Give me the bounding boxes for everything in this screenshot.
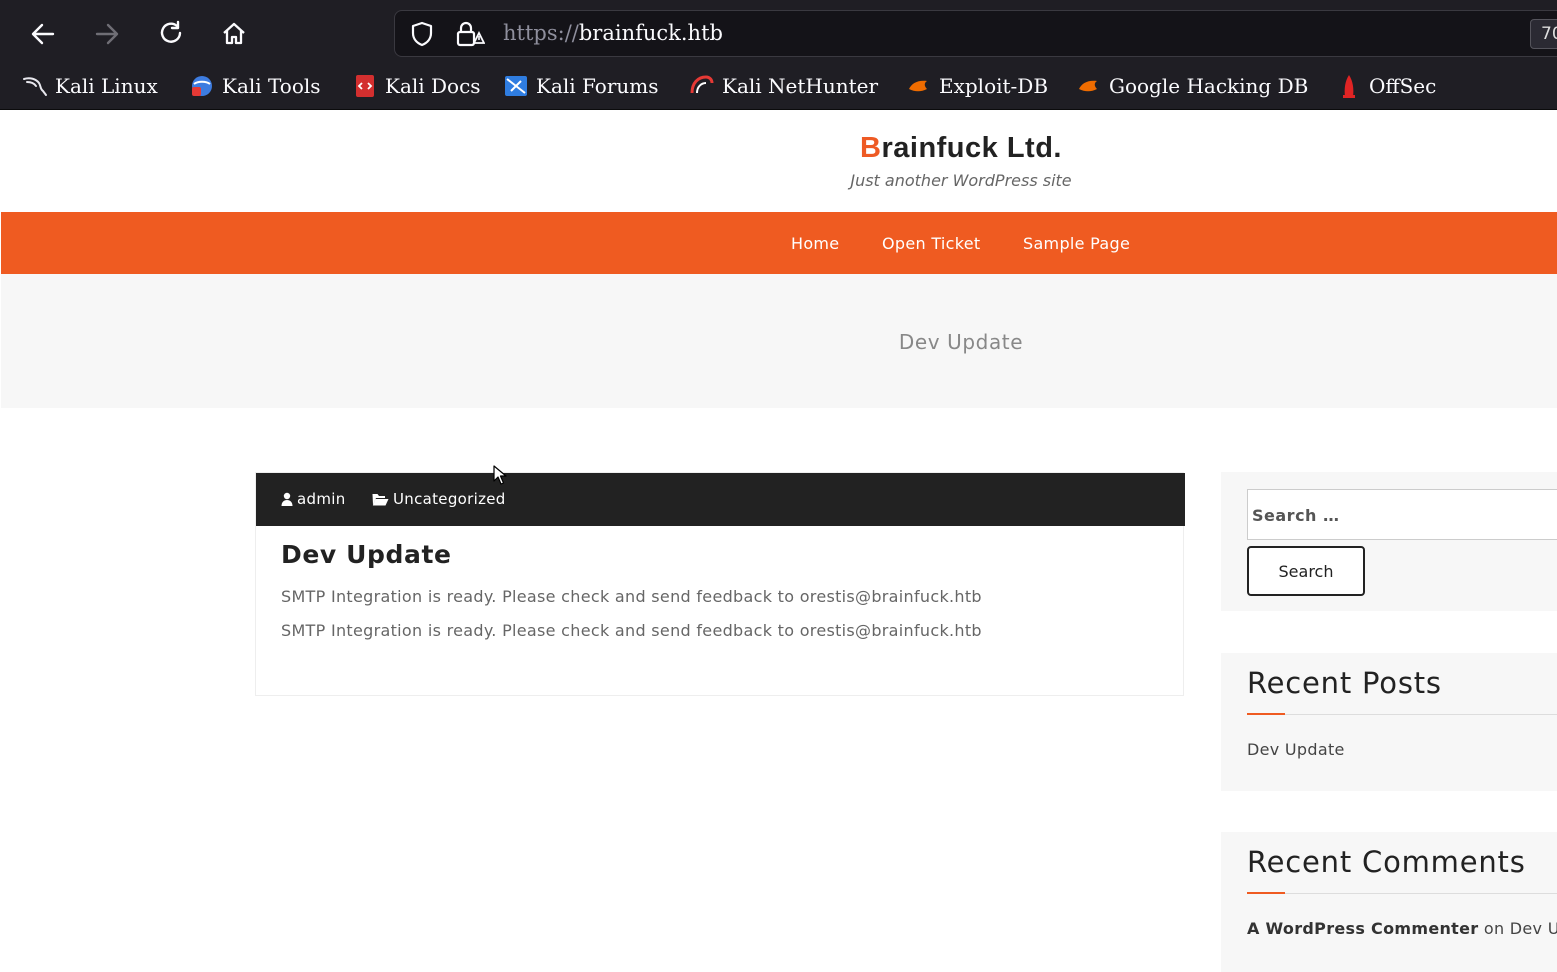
forward-button[interactable] (87, 14, 127, 54)
home-button[interactable] (214, 14, 254, 54)
forward-arrow-icon (95, 23, 119, 45)
post-article: admin Uncategorized Dev Update SMTP Inte… (255, 472, 1185, 696)
folder-open-icon (372, 493, 389, 505)
recent-posts-title: Recent Posts (1247, 666, 1442, 700)
widget-accent-line (1247, 892, 1285, 894)
widget-divider (1247, 714, 1557, 715)
url-bar[interactable]: https://brainfuck.htb (394, 10, 1557, 57)
recent-posts-widget: Recent Posts Dev Update (1221, 653, 1557, 791)
site-title[interactable]: Brainfuck Ltd. (1, 132, 1557, 165)
bookmark-kali-docs[interactable]: Kali Docs (352, 73, 481, 99)
bookmark-offsec[interactable]: OffSec (1336, 73, 1436, 99)
zoom-level-badge[interactable]: 70 (1530, 19, 1557, 49)
insecure-lock-icon[interactable] (455, 20, 485, 48)
kali-docs-icon (356, 75, 374, 97)
recent-comments-widget: Recent Comments A WordPress Commenter on… (1221, 832, 1557, 972)
back-arrow-icon (31, 23, 55, 45)
kali-dragon-icon (23, 77, 47, 96)
bookmark-exploit-db[interactable]: Exploit-DB (906, 73, 1048, 99)
url-text[interactable]: https://brainfuck.htb (503, 21, 723, 45)
widget-divider (1247, 893, 1557, 894)
recent-post-link[interactable]: Dev Update (1247, 740, 1345, 759)
bookmark-google-hacking-db[interactable]: Google Hacking DB (1076, 73, 1308, 99)
ghdb-icon (1079, 80, 1097, 92)
page-banner: Dev Update (1, 274, 1557, 408)
primary-menu: Home Open Ticket Sample Page (1, 212, 1557, 274)
web-page: Brainfuck Ltd. Just another WordPress si… (1, 110, 1557, 972)
search-field[interactable] (1247, 489, 1557, 541)
bookmark-kali-linux[interactable]: Kali Linux (22, 73, 158, 99)
post-content-line: SMTP Integration is ready. Please check … (281, 587, 982, 606)
kali-tools-icon (192, 76, 212, 96)
post-author[interactable]: admin (281, 490, 346, 508)
menu-item-sample-page[interactable]: Sample Page (1023, 234, 1130, 253)
bookmark-kali-nethunter[interactable]: Kali NetHunter (689, 73, 878, 99)
tracking-protection-shield-icon[interactable] (409, 21, 435, 47)
kali-nethunter-icon (690, 75, 714, 94)
search-button[interactable]: Search (1247, 546, 1365, 596)
post-title[interactable]: Dev Update (281, 540, 452, 569)
search-widget: Search (1221, 472, 1557, 611)
bookmarks-toolbar: Kali Linux Kali Tools Kali Docs Kali For… (0, 68, 1557, 110)
widget-accent-line (1247, 713, 1285, 715)
bookmark-kali-forums[interactable]: Kali Forums (503, 73, 659, 99)
search-input[interactable] (1248, 490, 1557, 541)
comment-author-link[interactable]: A WordPress Commenter (1247, 919, 1478, 938)
mouse-cursor-icon (493, 465, 507, 485)
recent-comments-title: Recent Comments (1247, 845, 1526, 879)
bookmark-kali-tools[interactable]: Kali Tools (189, 73, 321, 99)
post-category[interactable]: Uncategorized (372, 490, 506, 508)
exploit-db-icon (909, 80, 927, 92)
reload-button[interactable] (151, 14, 191, 54)
kali-forums-icon (505, 76, 527, 96)
recent-comment: A WordPress Commenter on Dev Up (1247, 919, 1557, 938)
browser-toolbar: https://brainfuck.htb 70 (0, 0, 1557, 68)
site-tagline: Just another WordPress site (850, 171, 1072, 190)
post-meta-bar: admin Uncategorized (256, 473, 1185, 526)
offsec-icon (1343, 75, 1355, 98)
banner-title: Dev Update (898, 330, 1024, 354)
comment-post-link[interactable]: Dev Up (1510, 919, 1557, 938)
reload-icon (160, 20, 182, 43)
user-icon (281, 492, 293, 506)
home-icon (223, 22, 245, 45)
menu-item-open-ticket[interactable]: Open Ticket (882, 234, 980, 253)
menu-item-home[interactable]: Home (791, 234, 839, 253)
post-content-line: SMTP Integration is ready. Please check … (281, 621, 982, 640)
back-button[interactable] (23, 14, 63, 54)
